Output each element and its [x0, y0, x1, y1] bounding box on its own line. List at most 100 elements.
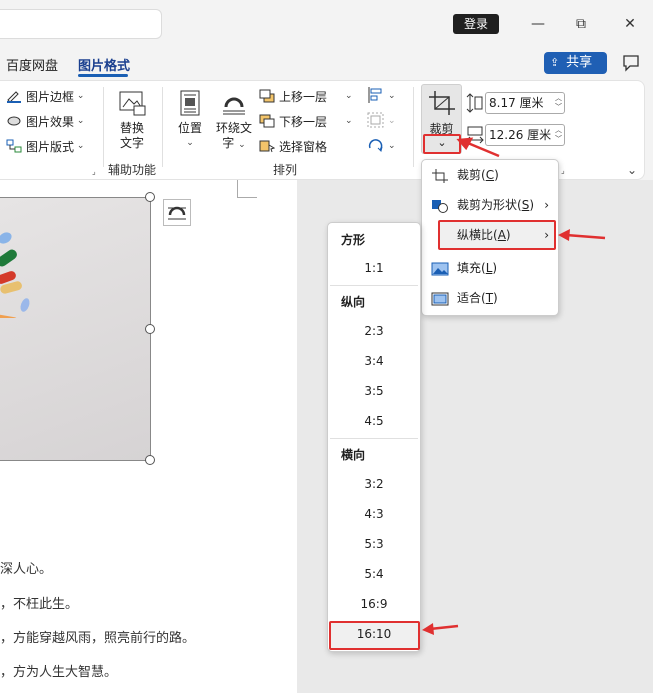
chevron-down-icon: ⌄ — [186, 138, 194, 148]
chevron-down-icon[interactable]: ⌄ — [388, 141, 396, 151]
alt-text-label-line1: 替换 — [119, 121, 144, 135]
ratio-4-3[interactable]: 4:3 — [328, 507, 420, 521]
menu-item-crop-label: 裁剪( — [457, 168, 486, 182]
picture-border-label: 图片边框 — [26, 89, 75, 104]
position-button[interactable]: 位置 ⌄ — [172, 89, 208, 151]
crop-icon — [429, 91, 455, 115]
margin-marker — [237, 180, 257, 198]
picture-border-button[interactable]: 图片边框 ⌄ — [6, 86, 84, 106]
ratio-16-10[interactable]: 16:10 — [328, 627, 420, 641]
tab-picture-format[interactable]: 图片格式 — [78, 55, 130, 74]
rotate-icon[interactable] — [366, 136, 386, 154]
menu-item-fit-label: 适合( — [457, 291, 486, 305]
landscape-header: 横向 — [341, 448, 366, 462]
picture-layout-icon — [6, 139, 22, 153]
selection-pane-button[interactable]: 选择窗格 — [259, 136, 327, 156]
layout-options-button[interactable] — [163, 199, 191, 226]
resize-handle[interactable] — [145, 324, 155, 334]
close-button[interactable]: ✕ — [620, 14, 640, 34]
layout-options-icon — [168, 206, 186, 220]
send-backward-button[interactable]: 下移一层 — [259, 111, 327, 131]
dialog-launcher-icon[interactable]: ⌟ — [92, 167, 96, 176]
wrap-text-label-line2-text: 字 — [222, 136, 235, 150]
menu-divider — [330, 285, 418, 286]
chevron-down-icon[interactable]: ⌄ — [388, 91, 396, 101]
share-button[interactable]: ⇪ 共享 ⌄ — [544, 52, 607, 91]
ratio-3-5[interactable]: 3:5 — [328, 384, 420, 398]
arrange-group-label: 排列 — [273, 163, 298, 177]
ratio-16-9[interactable]: 16:9 — [328, 597, 420, 611]
wrap-text-button[interactable]: 环绕文 字 ⌄ — [212, 89, 256, 153]
search-box[interactable] — [0, 9, 162, 39]
resize-handle[interactable] — [145, 192, 155, 202]
chevron-down-icon: ⌄ — [238, 140, 246, 150]
annotation-arrow — [422, 623, 459, 635]
ratio-3-4[interactable]: 3:4 — [328, 354, 420, 368]
ratio-3-2[interactable]: 3:2 — [328, 477, 420, 491]
align-icon[interactable] — [366, 86, 386, 104]
picture-layout-label: 图片版式 — [26, 139, 75, 154]
crop-icon — [432, 168, 448, 183]
height-value: 8.17 厘米 — [489, 96, 544, 110]
group-icon[interactable] — [366, 111, 386, 129]
menu-item-aspect-ratio-key: A — [497, 228, 506, 242]
menu-item-crop[interactable]: 裁剪(C) — [431, 164, 555, 186]
share-label: 共享 — [566, 55, 593, 70]
tab-baidu-netdisk[interactable]: 百度网盘 — [6, 55, 58, 74]
menu-item-fill-close: ) — [492, 261, 498, 275]
login-button[interactable]: 登录 — [453, 14, 499, 34]
chevron-down-icon[interactable]: ⌄ — [345, 91, 353, 101]
collapse-ribbon-icon[interactable]: ⌄ — [627, 163, 637, 177]
restore-button[interactable]: ⧉ — [571, 14, 591, 34]
chevron-down-icon: ⌄ — [74, 141, 85, 151]
fit-icon — [431, 292, 449, 305]
chevron-right-icon: › — [544, 228, 549, 242]
aspect-ratio-submenu — [327, 222, 421, 652]
menu-item-aspect-ratio-close: ) — [505, 228, 511, 242]
menu-item-fit[interactable]: 适合(T) — [431, 287, 555, 309]
chevron-down-icon: ⌄ — [74, 91, 85, 101]
minimize-button[interactable]: — — [528, 14, 548, 34]
chevron-down-icon: ⌄ — [74, 116, 85, 126]
document-text-line: ，方为人生大智慧。 — [0, 665, 118, 680]
stepper-icon[interactable]: ︿ ﹀ — [555, 94, 562, 112]
bring-forward-label: 上移一层 — [279, 89, 328, 104]
alt-text-button[interactable]: 替换 文字 — [112, 89, 152, 151]
active-tab-indicator — [78, 74, 128, 77]
picture-layout-button[interactable]: 图片版式 ⌄ — [6, 136, 84, 156]
portrait-header: 纵向 — [341, 295, 366, 309]
stepper-icon[interactable]: ︿ ﹀ — [555, 126, 562, 144]
picture-border-icon — [7, 91, 21, 103]
position-icon — [180, 90, 200, 116]
menu-item-aspect-ratio[interactable]: 纵横比(A) › — [431, 224, 555, 246]
wrap-text-label-line1: 环绕文 — [215, 121, 252, 135]
bring-forward-button[interactable]: 上移一层 — [259, 86, 327, 106]
menu-item-crop-to-shape[interactable]: 裁剪为形状(S) › — [431, 194, 555, 216]
send-backward-icon — [259, 114, 275, 128]
menu-item-crop-to-shape-close: ) — [529, 198, 534, 212]
chevron-down-icon[interactable]: ⌄ — [388, 116, 396, 126]
ratio-1-1[interactable]: 1:1 — [328, 261, 420, 275]
ratio-5-4[interactable]: 5:4 — [328, 567, 420, 581]
empty-icon — [431, 229, 449, 243]
selected-picture[interactable] — [0, 197, 151, 461]
alt-text-label-line2: 文字 — [119, 136, 144, 150]
menu-item-fit-key: T — [485, 291, 494, 305]
bring-forward-icon — [259, 89, 275, 103]
ratio-2-3[interactable]: 2:3 — [328, 324, 420, 338]
menu-item-fit-close: ) — [493, 291, 498, 305]
picture-effects-button[interactable]: 图片效果 ⌄ — [6, 111, 84, 131]
menu-item-fill[interactable]: 填充(L) — [431, 257, 555, 279]
ratio-4-5[interactable]: 4:5 — [328, 414, 420, 428]
document-text-line: ，不枉此生。 — [0, 597, 79, 612]
dialog-launcher-icon[interactable]: ⌟ — [561, 166, 565, 175]
wrap-text-label-line2: 字 ⌄ — [212, 136, 256, 153]
chevron-down-icon[interactable]: ⌄ — [345, 116, 353, 126]
comment-icon[interactable] — [621, 53, 641, 73]
menu-item-crop-key: C — [485, 168, 495, 182]
height-input[interactable]: 8.17 厘米 ︿ ﹀ — [485, 92, 565, 114]
resize-handle[interactable] — [145, 455, 155, 465]
annotation-arrow — [558, 229, 606, 241]
ratio-5-3[interactable]: 5:3 — [328, 537, 420, 551]
menu-item-crop-to-shape-label: 裁剪为形状( — [457, 198, 522, 212]
